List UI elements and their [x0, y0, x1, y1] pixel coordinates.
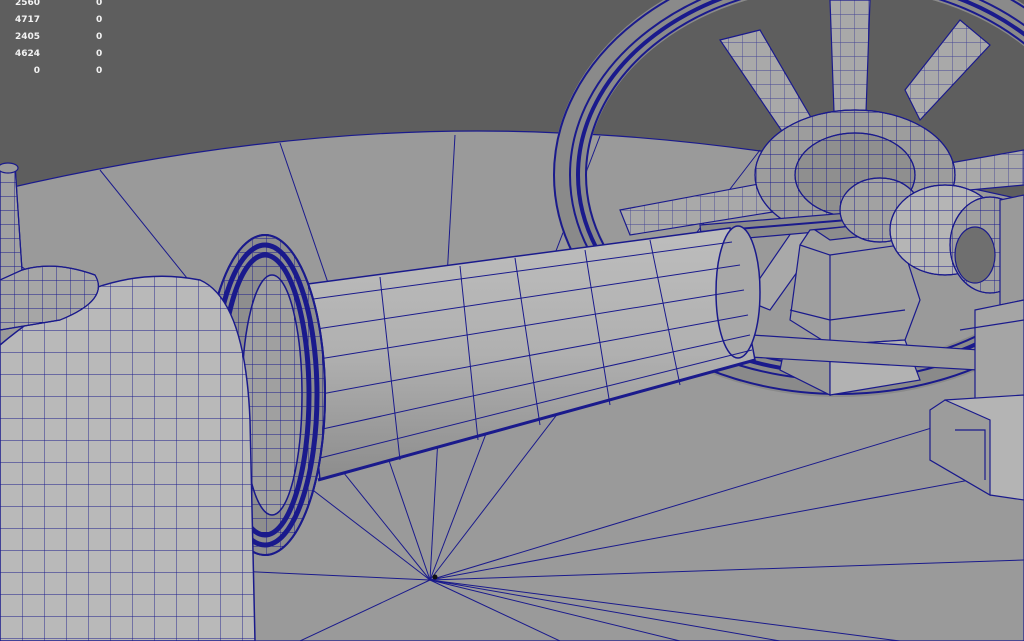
hud-selected: 0 [96, 49, 103, 59]
hud-row: 0 0 [0, 64, 120, 81]
hud-selected: 0 [96, 15, 103, 25]
hud-row: 4624 0 [0, 47, 120, 64]
left-housing [0, 275, 256, 641]
hud-count: 4624 [14, 49, 40, 59]
hud-count: 2405 [14, 32, 40, 42]
hud-count: 2560 [14, 0, 40, 8]
3d-viewport[interactable]: 2560 0 4717 0 2405 0 4624 0 0 0 [0, 0, 1024, 641]
hud-count: 0 [33, 66, 40, 76]
hud-row: 2560 0 [0, 0, 120, 13]
scene-render [0, 0, 1024, 641]
hud-selected: 0 [96, 0, 103, 8]
hud-count: 4717 [14, 15, 40, 25]
hud-row: 4717 0 [0, 13, 120, 30]
hud-row: 2405 0 [0, 30, 120, 47]
poly-count-hud: 2560 0 4717 0 2405 0 4624 0 0 0 [0, 0, 120, 81]
hud-selected: 0 [96, 66, 103, 76]
hud-selected: 0 [96, 32, 103, 42]
